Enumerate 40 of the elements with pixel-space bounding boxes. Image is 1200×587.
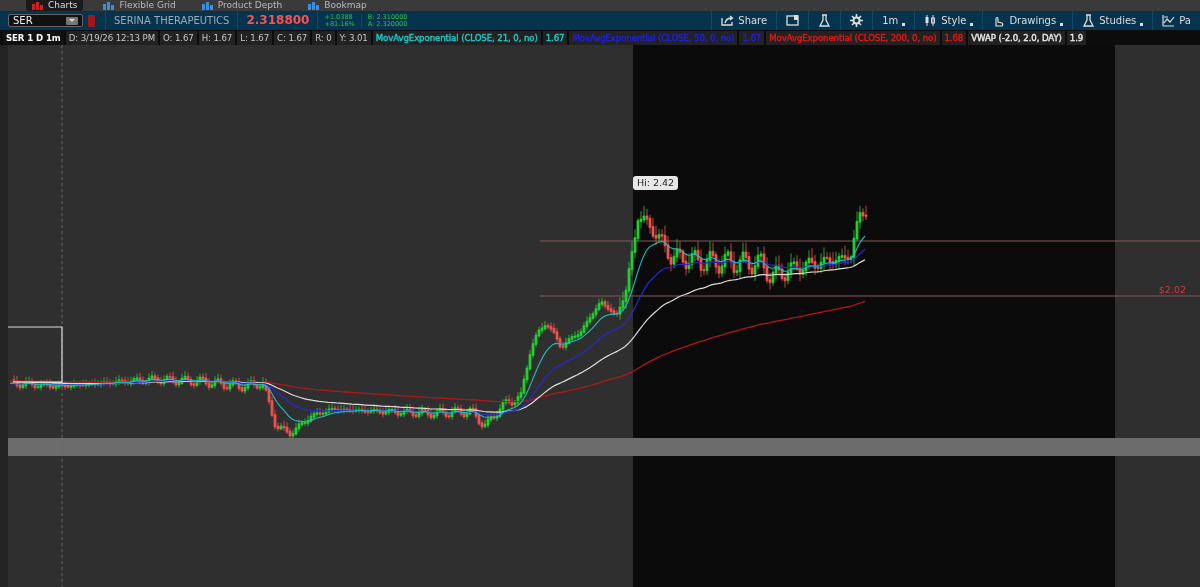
chart-icon	[1162, 14, 1176, 27]
study-label: 1.67	[542, 30, 568, 45]
bars-icon	[308, 1, 321, 10]
chart-title: SER 1 D 1m	[3, 30, 64, 45]
high-price-label: Hi: 2.42	[633, 176, 679, 190]
menu-corner-icon	[970, 23, 974, 26]
hand-icon	[992, 14, 1006, 27]
price-line-label: $2.02	[1158, 284, 1186, 295]
share-icon	[721, 14, 735, 27]
menu-corner-icon	[1140, 23, 1144, 26]
study-label: VWAP (-2.0, 2.0, DAY)	[968, 30, 1065, 45]
bars-icon	[32, 1, 44, 10]
study-label: 1.68	[941, 30, 967, 45]
study-label: MovAvgExponential (CLOSE, 200, 0, no)	[766, 30, 940, 45]
bars-icon	[103, 1, 116, 10]
bars-icon	[201, 1, 214, 10]
bar-value: H: 1.67	[198, 30, 236, 45]
bar-value: O: 1.67	[160, 30, 197, 45]
flask-icon	[818, 14, 832, 27]
bar-value: R: 0	[312, 30, 335, 45]
tab[interactable]: Flexible Grid	[97, 0, 182, 11]
bar-value: L: 1.67	[237, 30, 273, 45]
study-label: 1.9	[1066, 30, 1087, 45]
bar-value: D: 3/19/26 12:13 PM	[65, 30, 158, 45]
bar-value: Y: 3.01	[336, 30, 371, 45]
candle-icon	[924, 14, 938, 27]
tab[interactable]: Charts	[26, 0, 84, 11]
symbol-field[interactable]: SER	[8, 14, 83, 27]
study-label: MovAvgExponential (CLOSE, 50, 0, no)	[569, 30, 738, 45]
tab[interactable]: Product Depth	[195, 0, 289, 11]
settings-icon	[850, 14, 864, 27]
bar-value: C: 1.67	[274, 30, 311, 45]
note-icon	[786, 14, 800, 27]
study-label: 1.67	[739, 30, 765, 45]
tab[interactable]: Bookmap	[302, 0, 373, 11]
flask-icon	[1082, 14, 1096, 27]
menu-corner-icon	[1060, 23, 1064, 26]
menu-corner-icon	[902, 23, 906, 26]
dropdown-caret-icon	[66, 16, 78, 25]
study-label: MovAvgExponential (CLOSE, 21, 0, no)	[372, 30, 541, 45]
